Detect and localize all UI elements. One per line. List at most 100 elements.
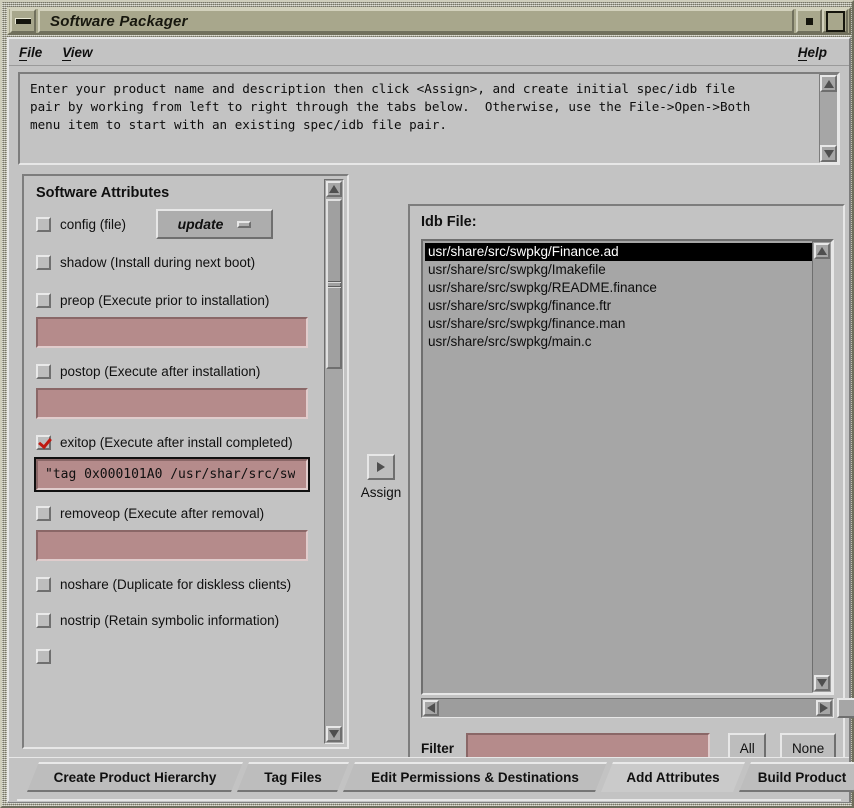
description-scroll-up-button[interactable] — [820, 75, 837, 92]
maximize-icon — [826, 11, 845, 32]
idb-file-list[interactable]: usr/share/src/swpkg/Finance.ad usr/share… — [423, 241, 812, 693]
window-menu-button[interactable] — [10, 9, 36, 33]
scroll-left-arrow-icon — [427, 703, 435, 713]
tab-bar-baseline — [17, 799, 841, 801]
checkbox-shadow[interactable] — [36, 255, 51, 270]
label-removeop: removeop (Execute after removal) — [60, 506, 264, 521]
attribute-row-noshare: noshare (Duplicate for diskless clients) — [36, 573, 318, 595]
field-exitop[interactable]: "tag 0x000101A0 /usr/shar/src/sw — [36, 459, 308, 490]
menu-file[interactable]: File — [9, 42, 52, 63]
tab-bar: Create Product Hierarchy Tag Files Edit … — [9, 757, 849, 802]
tab-add-attributes[interactable]: Add Attributes — [601, 762, 745, 792]
scroll-right-arrow-icon — [820, 703, 828, 713]
tab-tag-files[interactable]: Tag Files — [237, 762, 349, 792]
window-menu-icon — [15, 18, 31, 24]
checkbox-nostrip[interactable] — [36, 613, 51, 628]
list-item[interactable]: usr/share/src/swpkg/Finance.ad — [425, 243, 812, 261]
title-bar-label-area: Software Packager — [38, 9, 794, 33]
label-config: config (file) — [60, 217, 126, 232]
field-preop[interactable] — [36, 317, 308, 348]
idb-file-panel: Idb File: usr/share/src/swpkg/Finance.ad… — [408, 204, 845, 793]
application-window: Software Packager File View Help Enter y… — [0, 0, 854, 808]
attribute-row-exitop: exitop (Execute after install completed) — [36, 431, 318, 453]
tab-create-product-hierarchy[interactable]: Create Product Hierarchy — [27, 762, 243, 792]
checkbox-clipped[interactable] — [36, 649, 51, 664]
label-preop: preop (Execute prior to installation) — [60, 293, 269, 308]
scroll-down-arrow-icon — [824, 150, 834, 158]
description-text: Enter your product name and description … — [20, 74, 819, 163]
menu-help[interactable]: Help — [788, 42, 837, 63]
description-scroll-down-button[interactable] — [820, 145, 837, 162]
tab-build-product[interactable]: Build Product — [739, 762, 854, 792]
idb-file-list-container: usr/share/src/swpkg/Finance.ad usr/share… — [421, 239, 834, 695]
assign-control: Assign — [356, 454, 406, 500]
scroll-down-arrow-icon — [817, 679, 827, 687]
attribute-row-removeop: removeop (Execute after removal) — [36, 502, 318, 524]
checkbox-config[interactable] — [36, 217, 51, 232]
checkbox-preop[interactable] — [36, 293, 51, 308]
checkbox-noshare[interactable] — [36, 577, 51, 592]
checkbox-removeop[interactable] — [36, 506, 51, 521]
attribute-row-postop: postop (Execute after installation) — [36, 360, 318, 382]
minimize-icon — [806, 18, 813, 25]
window-title: Software Packager — [40, 13, 188, 30]
attribute-row-preop: preop (Execute prior to installation) — [36, 289, 318, 311]
software-attributes-scrollbar[interactable] — [324, 179, 344, 744]
maximize-button[interactable] — [822, 9, 848, 33]
list-item[interactable]: usr/share/src/swpkg/README.finance — [425, 279, 812, 297]
scroll-up-arrow-icon — [824, 80, 834, 88]
field-postop[interactable] — [36, 388, 308, 419]
menu-help-rest: elp — [807, 45, 827, 60]
list-item[interactable]: usr/share/src/swpkg/finance.ftr — [425, 297, 812, 315]
config-type-option-menu[interactable]: update — [156, 209, 273, 239]
label-nostrip: nostrip (Retain symbolic information) — [60, 613, 279, 628]
assign-right-arrow-icon — [377, 462, 385, 472]
minimize-button[interactable] — [796, 9, 822, 33]
label-shadow: shadow (Install during next boot) — [60, 255, 255, 270]
label-postop: postop (Execute after installation) — [60, 364, 260, 379]
scroll-down-arrow-icon — [329, 730, 339, 738]
idb-scroll-right-button[interactable] — [816, 700, 832, 716]
idb-scroll-up-button[interactable] — [814, 243, 830, 259]
idb-scroll-down-button[interactable] — [814, 675, 830, 691]
attributes-scrollbar-thumb[interactable] — [326, 199, 342, 369]
attributes-scroll-down-button[interactable] — [326, 726, 342, 742]
scrollbar-grip-line — [328, 286, 341, 288]
idb-list-vertical-scrollbar[interactable] — [812, 241, 832, 693]
scrollbar-corner — [837, 698, 854, 718]
scroll-up-arrow-icon — [817, 247, 827, 255]
software-attributes-title: Software Attributes — [36, 185, 318, 201]
field-removeop[interactable] — [36, 530, 308, 561]
menu-view-mnemonic: V — [62, 45, 71, 61]
option-menu-indicator-icon — [237, 221, 251, 228]
menu-view[interactable]: View — [52, 42, 102, 63]
scrollbar-grip-line — [328, 281, 341, 283]
label-noshare: noshare (Duplicate for diskless clients) — [60, 577, 291, 592]
list-item[interactable]: usr/share/src/swpkg/Imakefile — [425, 261, 812, 279]
description-scrollbar[interactable] — [819, 74, 838, 163]
list-item[interactable]: usr/share/src/swpkg/main.c — [425, 333, 812, 351]
title-bar: Software Packager — [7, 7, 851, 35]
client-area: File View Help Enter your product name a… — [7, 37, 851, 803]
attribute-row-nostrip: nostrip (Retain symbolic information) — [36, 609, 318, 631]
idb-file-title: Idb File: — [421, 214, 477, 230]
menu-file-mnemonic: F — [19, 45, 27, 61]
description-panel: Enter your product name and description … — [18, 72, 840, 165]
list-item[interactable]: usr/share/src/swpkg/finance.man — [425, 315, 812, 333]
checkbox-postop[interactable] — [36, 364, 51, 379]
scroll-up-arrow-icon — [329, 185, 339, 193]
attribute-row-clipped — [36, 645, 318, 667]
assign-button[interactable] — [367, 454, 395, 480]
menu-view-rest: iew — [71, 45, 93, 60]
attributes-scrollbar-trough[interactable] — [325, 370, 343, 725]
filter-label: Filter — [421, 741, 454, 756]
idb-list-horizontal-scrollbar[interactable] — [421, 698, 834, 718]
menu-bar: File View Help — [9, 39, 849, 66]
menu-file-rest: ile — [27, 45, 42, 60]
software-attributes-scrollport: Software Attributes config (file) update… — [28, 180, 318, 743]
tab-edit-permissions-destinations[interactable]: Edit Permissions & Destinations — [343, 762, 607, 792]
attributes-scroll-up-button[interactable] — [326, 181, 342, 197]
checkbox-exitop[interactable] — [36, 435, 51, 450]
idb-scroll-left-button[interactable] — [423, 700, 439, 716]
label-exitop: exitop (Execute after install completed) — [60, 435, 293, 450]
